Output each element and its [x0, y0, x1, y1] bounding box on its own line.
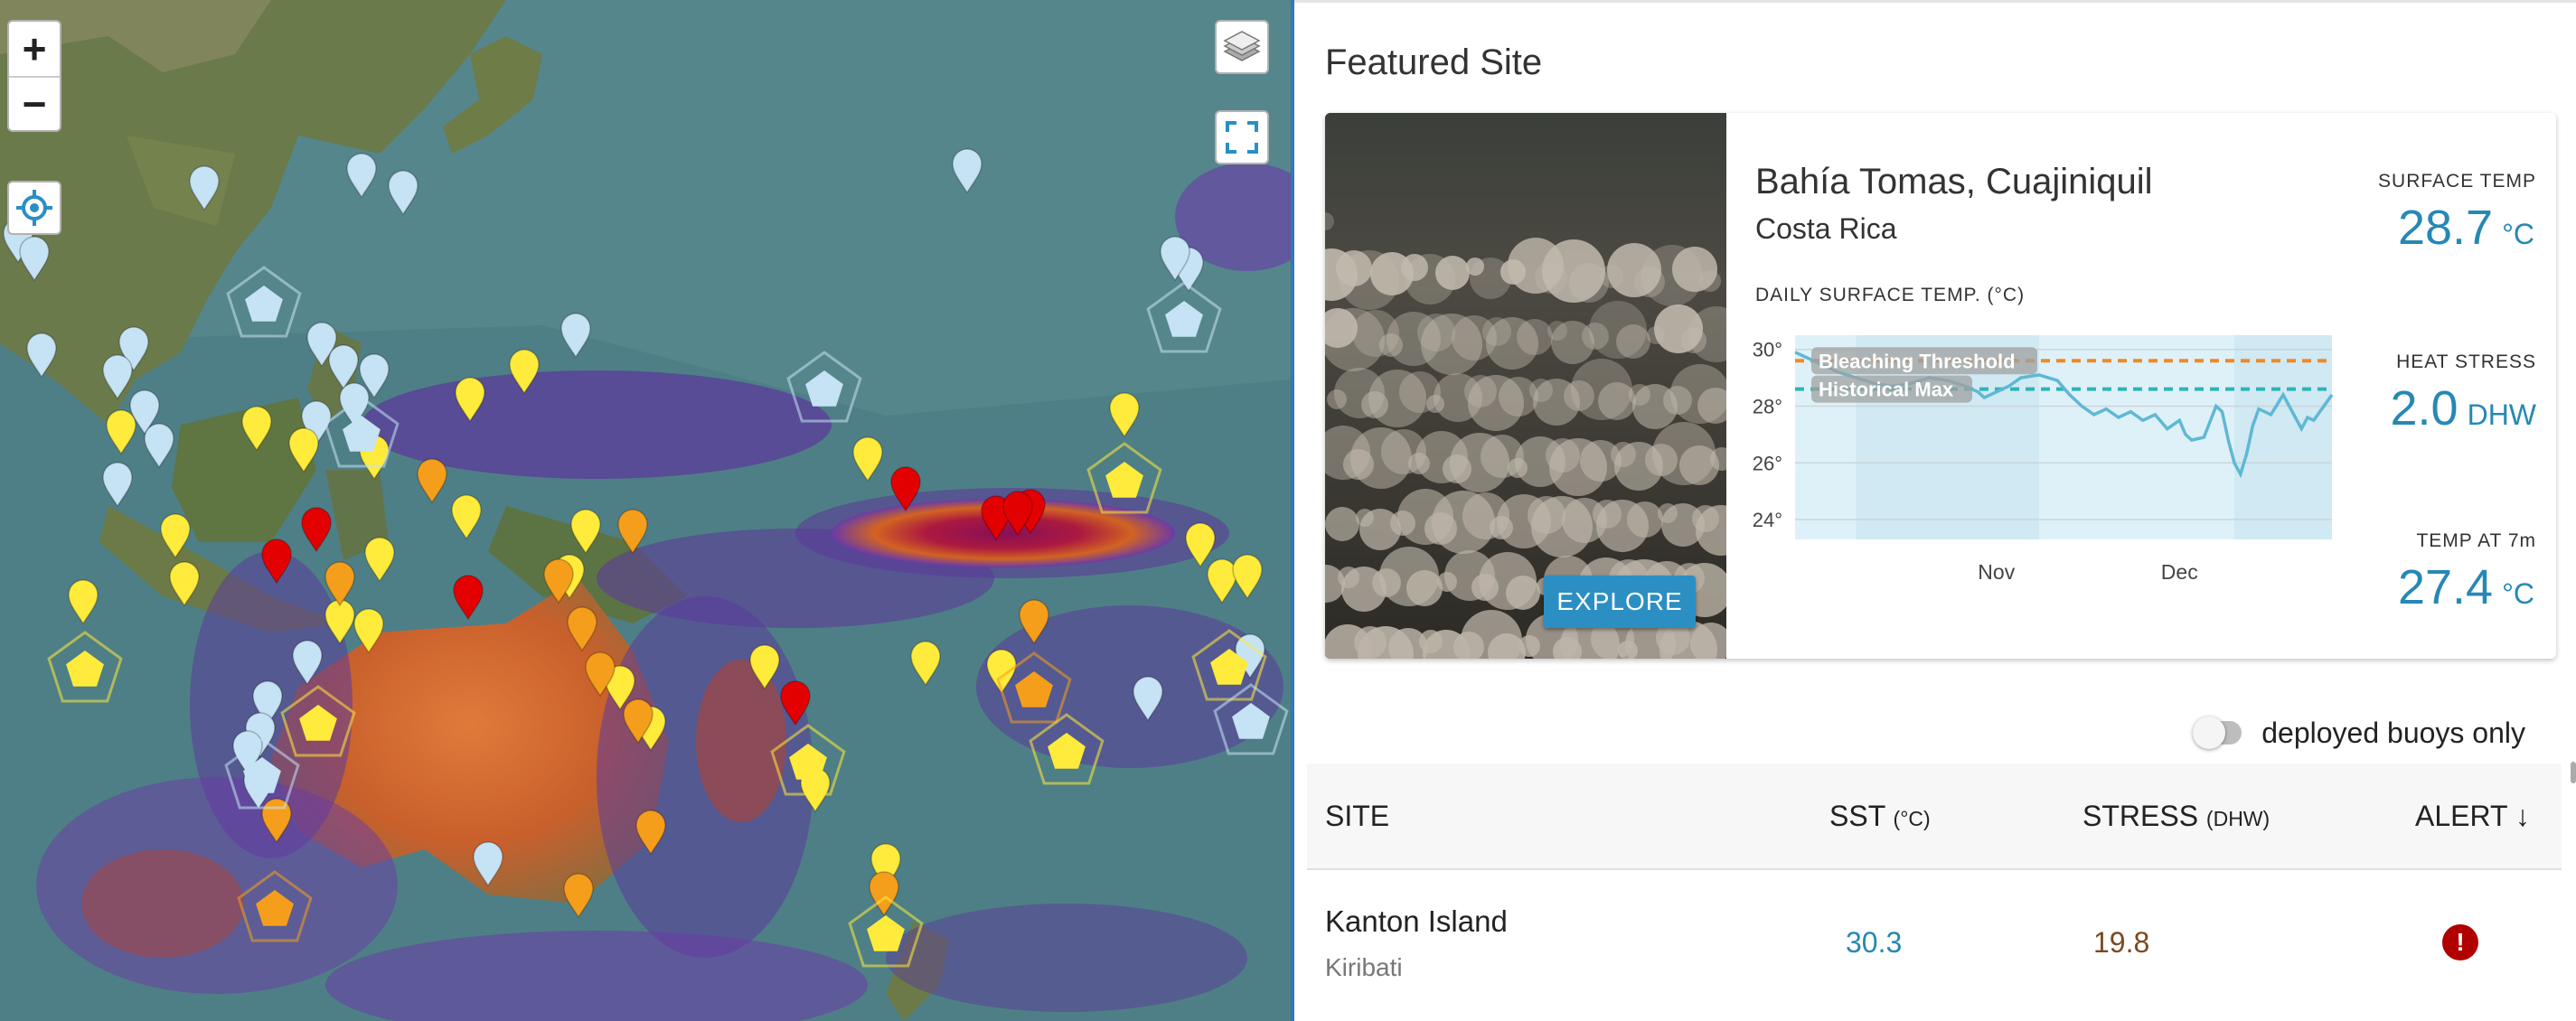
row-site-name: Kanton Island [1325, 904, 1508, 938]
map-basemap[interactable] [0, 0, 1291, 1021]
explore-button[interactable]: EXPLORE [1544, 576, 1696, 628]
table-header: SITE SST (°C) STRESS (DHW) ALERT ↓ [1307, 763, 2562, 870]
threshold-label: Bleaching Threshold [1819, 350, 2016, 372]
zoom-in-button[interactable]: + [9, 22, 60, 76]
locate-button[interactable] [7, 181, 61, 235]
toggle-label: deployed buoys only [2261, 716, 2525, 749]
y-tick-label: 30° [1753, 339, 1782, 361]
featured-site-card: EXPLORE Bahía Tomas, Cuajiniquil Costa R… [1325, 113, 2556, 659]
column-site[interactable]: SITE [1325, 800, 1389, 833]
column-alert-sort[interactable]: ALERT ↓ [2415, 800, 2530, 833]
site-photo: EXPLORE [1325, 113, 1726, 659]
column-sst-label: SST [1829, 800, 1885, 832]
alert-icon: ! [2442, 924, 2478, 960]
deployed-buoys-toggle[interactable]: deployed buoys only [2193, 713, 2525, 753]
locate-icon [16, 190, 52, 226]
threshold-label: Historical Max [1819, 379, 1954, 401]
row-stress: 19.8 [2093, 926, 2150, 959]
layers-button[interactable] [1215, 20, 1269, 74]
heat-stress-label: HEAT STRESS [2396, 351, 2536, 372]
app: + − Featured Site EXPLORE Bahía Tomas, C… [0, 0, 2576, 1021]
x-tick-label: Nov [1978, 560, 2015, 584]
surface-temp-number: 28.7 [2397, 201, 2494, 255]
side-panel: Featured Site EXPLORE Bahía Tomas, Cuaji… [1294, 0, 2576, 1021]
x-tick-label: Dec [2161, 560, 2198, 584]
column-sst[interactable]: SST (°C) [1829, 800, 1931, 833]
row-site-country: Kiribati [1325, 953, 1403, 981]
temperature-chart[interactable]: 30° 28° 26° 24° Nov Dec Bleaching Threshold His… [1744, 317, 2341, 588]
temp-7m-unit: °C [2502, 577, 2534, 610]
table-row[interactable]: Kanton Island Kiribati 30.3 19.8 ! [1307, 870, 2562, 1021]
map-view[interactable]: + − [0, 0, 1291, 1021]
zoom-out-button[interactable]: − [9, 76, 60, 130]
panel-title: Featured Site [1325, 42, 1543, 82]
y-tick-label: 28° [1753, 395, 1782, 417]
heat-stress-number: 2.0 [2390, 381, 2458, 436]
site-name: Bahía Tomas, Cuajiniquil [1755, 162, 2153, 201]
heat-stress-unit: DHW [2467, 398, 2536, 431]
heat-stress-value: 2.0 DHW [2391, 380, 2537, 436]
surface-temp-value: 28.7 °C [2398, 200, 2534, 256]
column-stress-unit: (DHW) [2205, 807, 2270, 830]
surface-temp-label: SURFACE TEMP [2378, 171, 2536, 192]
fullscreen-button[interactable] [1215, 110, 1269, 164]
y-tick-label: 24° [1753, 509, 1782, 531]
chart-title: DAILY SURFACE TEMP. (°C) [1755, 285, 2026, 305]
toggle-switch[interactable] [2193, 717, 2242, 749]
fullscreen-icon [1226, 121, 1258, 154]
column-stress-label: STRESS [2082, 800, 2199, 832]
y-tick-label: 26° [1753, 452, 1782, 474]
temp-7m-number: 27.4 [2397, 560, 2494, 614]
zoom-control: + − [7, 20, 61, 132]
surface-temp-unit: °C [2502, 218, 2534, 250]
site-country: Costa Rica [1755, 212, 1897, 245]
toggle-knob [2193, 717, 2225, 749]
temp-7m-value: 27.4 °C [2398, 559, 2534, 615]
row-sst: 30.3 [1846, 926, 1903, 959]
scrollbar[interactable] [2571, 762, 2576, 783]
layers-icon [1223, 31, 1261, 61]
temp-7m-label: TEMP AT 7m [2416, 530, 2536, 551]
column-stress[interactable]: STRESS (DHW) [2082, 800, 2270, 833]
column-sst-unit: (°C) [1893, 807, 1931, 830]
